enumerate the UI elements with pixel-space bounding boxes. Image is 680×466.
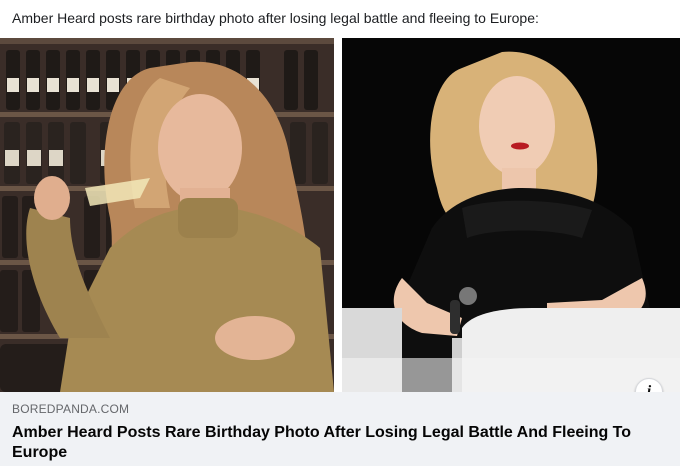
post-text: Amber Heard posts rare birthday photo af… xyxy=(12,10,539,26)
link-preview-footer[interactable]: BOREDPANDA.COM Amber Heard Posts Rare Bi… xyxy=(0,392,680,466)
photo-woman-black-dress-stage xyxy=(342,38,680,392)
link-preview-image[interactable]: i xyxy=(0,38,680,392)
link-preview-card[interactable]: i BOREDPANDA.COM Amber Heard Posts Rare … xyxy=(0,38,680,466)
link-domain: BOREDPANDA.COM xyxy=(12,402,130,416)
photo-woman-wine-cellar xyxy=(0,38,334,392)
link-headline[interactable]: Amber Heard Posts Rare Birthday Photo Af… xyxy=(12,423,652,463)
